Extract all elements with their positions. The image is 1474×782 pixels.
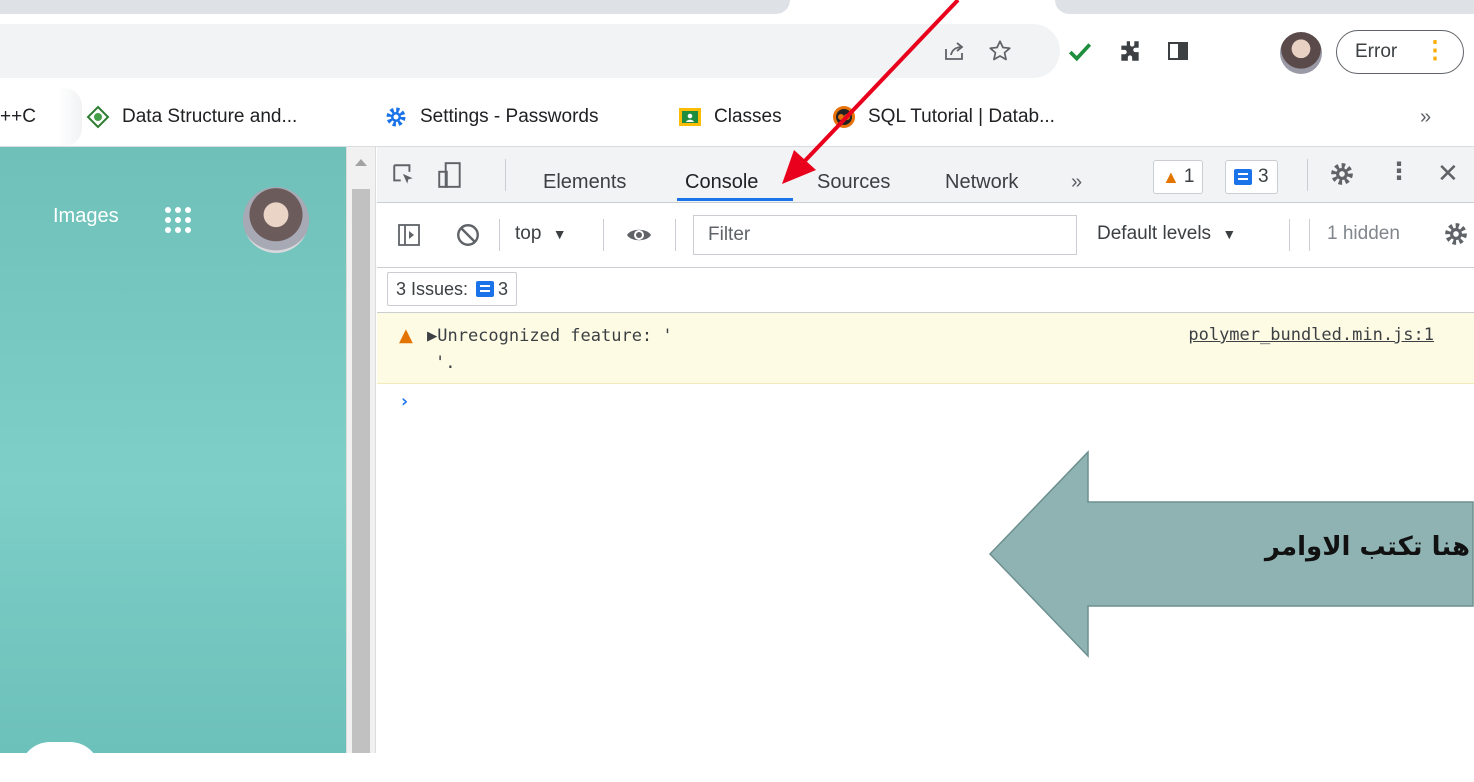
- devtools-menu-kebab-icon[interactable]: ⋮: [1387, 157, 1411, 185]
- console-prompt[interactable]: ›: [399, 391, 410, 412]
- separator: [1309, 219, 1310, 251]
- scroll-thumb[interactable]: [352, 189, 370, 753]
- side-panel-icon[interactable]: [1160, 33, 1196, 69]
- warning-text[interactable]: ▶Unrecognized feature: ': [427, 326, 673, 346]
- separator: [603, 219, 604, 251]
- images-link[interactable]: Images: [53, 205, 119, 228]
- close-devtools-icon[interactable]: ✕: [1437, 159, 1459, 189]
- bookmark-label: Settings - Passwords: [420, 106, 599, 127]
- overflow-chevron-icon: »: [1420, 105, 1432, 128]
- device-toolbar-icon[interactable]: [437, 161, 463, 193]
- tab-console[interactable]: Console: [685, 147, 758, 202]
- warning-triangle-icon: ▲: [399, 325, 413, 346]
- browser-tab[interactable]: [0, 0, 790, 14]
- warning-text-continued: '.: [435, 353, 456, 373]
- profile-error-button[interactable]: Error ⋮: [1336, 30, 1464, 74]
- issues-button[interactable]: 3 Issues: 3: [387, 272, 518, 306]
- separator: [1289, 219, 1290, 251]
- dropdown-arrow-icon: ▼: [552, 226, 567, 242]
- issues-count: 3: [498, 278, 509, 299]
- apps-grid-icon[interactable]: [160, 202, 196, 238]
- hidden-count: 1 hidden: [1327, 223, 1400, 244]
- classroom-icon: [678, 105, 702, 129]
- issues-label: 3 Issues:: [396, 278, 469, 299]
- issues-bar: 3 Issues: 3: [377, 268, 1474, 313]
- bookmark-label: C++: [0, 106, 36, 127]
- bookmark-settings-passwords[interactable]: Settings - Passwords: [384, 88, 598, 146]
- bookmark-cpp[interactable]: C++: [0, 88, 52, 146]
- bookmark-hover-shadow: [58, 88, 82, 146]
- bookmarks-overflow-button[interactable]: »: [1420, 88, 1431, 146]
- webpage-content: Images: [0, 147, 346, 782]
- tab-strip: [0, 0, 1474, 20]
- settings-gear-icon[interactable]: [1329, 161, 1355, 191]
- filter-input[interactable]: [693, 215, 1077, 255]
- context-select[interactable]: top ▼: [515, 223, 567, 245]
- error-label: Error: [1355, 41, 1398, 62]
- bookmark-label: Data Structure and...: [122, 106, 298, 127]
- warning-count: 1: [1183, 166, 1195, 187]
- console-toolbar: top ▼ Default levels ▼ 1 hidden: [377, 203, 1474, 268]
- account-avatar[interactable]: [243, 187, 309, 253]
- message-icon: [1234, 169, 1252, 185]
- sidebar-toggle-icon[interactable]: [397, 223, 421, 251]
- page-card-corner: [20, 742, 100, 782]
- message-icon: [476, 281, 495, 297]
- warnings-badge[interactable]: ▲ 1: [1153, 160, 1204, 194]
- star-icon[interactable]: [982, 33, 1018, 69]
- browser-toolbar: Error ⋮: [0, 20, 1474, 88]
- console-settings-gear-icon[interactable]: [1443, 221, 1469, 251]
- page-scrollbar[interactable]: [346, 147, 376, 753]
- profile-avatar[interactable]: [1280, 32, 1322, 74]
- tab-elements[interactable]: Elements: [543, 147, 626, 202]
- scroll-up-arrow-icon[interactable]: [355, 159, 367, 166]
- warning-triangle-icon: ▲: [1162, 166, 1180, 187]
- gear-icon: [384, 105, 408, 129]
- annotation-text: هنا تكتب الاوامر: [1264, 532, 1470, 562]
- red-pointer-arrow: [782, 0, 960, 184]
- separator: [499, 219, 500, 251]
- log-levels-dropdown[interactable]: Default levels ▼: [1097, 223, 1236, 245]
- log-levels-label: Default levels: [1097, 223, 1212, 244]
- warning-source-link[interactable]: polymer_bundled.min.js:1: [1188, 325, 1434, 345]
- puzzle-extensions-icon[interactable]: [1112, 33, 1148, 69]
- check-extension-icon[interactable]: [1062, 33, 1098, 69]
- separator: [675, 219, 676, 251]
- menu-kebab-icon[interactable]: ⋮: [1423, 37, 1447, 65]
- live-expression-eye-icon[interactable]: [625, 223, 653, 251]
- separator: [505, 159, 506, 191]
- dropdown-arrow-icon: ▼: [1222, 226, 1237, 242]
- messages-badge[interactable]: 3: [1225, 160, 1278, 194]
- console-warning-message: ▲ ▶Unrecognized feature: ' '. polymer_bu…: [377, 313, 1474, 384]
- message-count: 3: [1258, 166, 1269, 187]
- clear-console-icon[interactable]: [455, 222, 481, 252]
- inspect-element-icon[interactable]: [391, 162, 417, 192]
- separator: [1307, 159, 1308, 191]
- bookmarks-bar: C++ Data Structure and... Settings - Pas…: [0, 88, 1474, 147]
- diamond-icon: [86, 105, 110, 129]
- console-input[interactable]: [421, 387, 1421, 417]
- context-value: top: [515, 223, 542, 244]
- bookmark-data-structure[interactable]: Data Structure and...: [86, 88, 297, 146]
- browser-tab[interactable]: [1055, 0, 1474, 14]
- more-tabs-button[interactable]: »: [1071, 147, 1082, 202]
